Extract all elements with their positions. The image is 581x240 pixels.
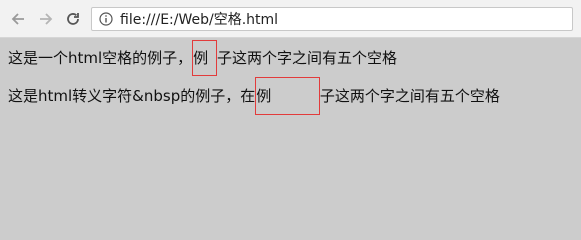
line2-highlight: 例 — [256, 87, 319, 105]
line1-before: 这是一个html空格的例子， — [8, 49, 193, 67]
line2-before: 这是html转义字符&nbsp的例子，在 — [8, 87, 256, 105]
back-button[interactable] — [8, 9, 28, 29]
example-line-nbsp: 这是html转义字符&nbsp的例子，在例 子这两个字之间有五个空格 — [8, 77, 500, 115]
line1-highlight: 例 — [193, 49, 213, 67]
browser-toolbar: file:///E:/Web/空格.html — [0, 0, 581, 38]
nbsp-highlight-box: 例 — [255, 77, 320, 115]
arrow-right-icon — [40, 13, 53, 25]
info-circle-icon[interactable] — [98, 11, 114, 27]
line1-after: 子这两个字之间有五个空格 — [216, 49, 397, 67]
reload-icon — [67, 13, 79, 25]
example-line-space: 这是一个html空格的例子，例 子这两个字之间有五个空格 — [8, 40, 397, 76]
url-text[interactable]: file:///E:/Web/空格.html — [120, 9, 278, 29]
forward-button[interactable] — [36, 9, 56, 29]
space-highlight-box: 例 — [192, 40, 217, 76]
arrow-left-icon — [11, 13, 24, 25]
reload-button[interactable] — [63, 9, 83, 29]
address-bar[interactable]: file:///E:/Web/空格.html — [91, 7, 573, 31]
line2-after: 子这两个字之间有五个空格 — [319, 87, 500, 105]
page-content: 这是一个html空格的例子，例 子这两个字之间有五个空格 这是html转义字符&… — [0, 38, 581, 200]
